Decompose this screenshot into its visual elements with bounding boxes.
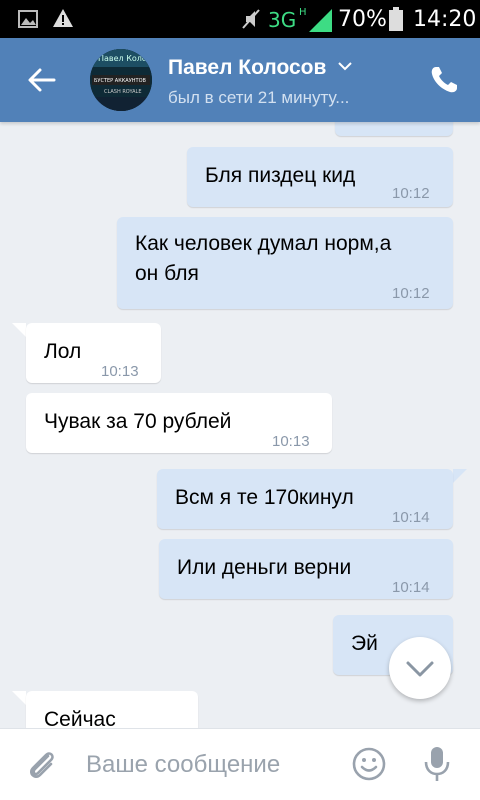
signal-icon: H bbox=[299, 7, 332, 32]
message-time: 10:13 bbox=[272, 433, 310, 450]
bubble-tail bbox=[12, 323, 26, 337]
message-composer bbox=[0, 728, 480, 800]
paperclip-icon[interactable] bbox=[24, 747, 60, 783]
message-bubble-in[interactable]: Лол 10:13 bbox=[26, 323, 161, 383]
message-text: Лол bbox=[44, 340, 82, 363]
contact-name-label: Павел Колосов bbox=[168, 56, 327, 79]
battery-percent: 70% bbox=[338, 7, 387, 32]
contact-name[interactable]: Павел Колосов bbox=[168, 56, 352, 80]
image-icon bbox=[18, 10, 38, 28]
message-input[interactable] bbox=[86, 747, 336, 783]
battery-icon bbox=[389, 7, 403, 31]
message-bubble-in[interactable]: Чувак за 70 рублей 10:13 bbox=[26, 393, 332, 453]
message-bubble-out[interactable]: Как человек думал норм,а он бля 10:12 bbox=[117, 217, 453, 309]
message-bubble-out[interactable]: 10:12 bbox=[335, 122, 453, 136]
message-text: Или деньги верни bbox=[177, 556, 352, 579]
avatar-banner-text: БУСТЕР АККАУНТОВ bbox=[94, 78, 147, 84]
contact-last-seen: был в сети 21 минуту... bbox=[168, 88, 350, 107]
message-text: Всм я те 170кинул bbox=[175, 486, 354, 509]
message-text: Эй bbox=[351, 632, 378, 655]
message-text: Бля пиздец кид bbox=[205, 164, 356, 187]
phone-icon[interactable] bbox=[428, 64, 460, 96]
bubble-tail bbox=[453, 469, 467, 483]
scroll-down-button[interactable] bbox=[389, 637, 451, 699]
smiley-icon[interactable] bbox=[352, 747, 386, 781]
message-text: Сейчас bbox=[44, 708, 116, 728]
message-bubble-out[interactable]: Бля пиздец кид 10:12 bbox=[187, 147, 453, 207]
chevron-down-icon bbox=[406, 661, 434, 677]
warning-icon bbox=[53, 9, 73, 27]
message-time: 10:12 bbox=[395, 122, 433, 130]
message-time: 10:12 bbox=[392, 285, 430, 302]
network-type: 3G bbox=[268, 8, 297, 32]
message-bubble-out[interactable]: Всм я те 170кинул 10:14 bbox=[157, 469, 453, 529]
mute-icon bbox=[242, 9, 260, 29]
avatar[interactable]: Павел Колос БУСТЕР АККАУНТОВ CLASH ROYAL… bbox=[90, 49, 152, 111]
avatar-game-text: CLASH ROYALE bbox=[104, 89, 142, 95]
microphone-icon[interactable] bbox=[421, 745, 453, 783]
message-text: Чувак за 70 рублей bbox=[44, 410, 232, 433]
avatar-name-text: Павел Колос bbox=[98, 54, 151, 63]
back-arrow-icon[interactable] bbox=[26, 64, 58, 96]
message-time: 10:13 bbox=[101, 363, 139, 380]
chevron-down-icon bbox=[338, 62, 352, 71]
message-time: 10:14 bbox=[392, 509, 430, 526]
svg-text:H: H bbox=[299, 7, 307, 18]
message-text-line: он бля bbox=[135, 262, 199, 285]
status-bar: 3G H 70% 14:20 bbox=[0, 0, 480, 38]
message-bubble-out[interactable]: Или деньги верни 10:14 bbox=[159, 539, 453, 599]
message-time: 10:12 bbox=[392, 185, 430, 202]
message-time: 10:14 bbox=[392, 579, 430, 596]
clock: 14:20 bbox=[413, 7, 477, 32]
message-bubble-in[interactable]: Сейчас bbox=[26, 691, 198, 728]
message-text-line: Как человек думал норм,а bbox=[135, 232, 392, 255]
chat-header: Павел Колос БУСТЕР АККАУНТОВ CLASH ROYAL… bbox=[0, 38, 480, 122]
bubble-tail bbox=[12, 691, 26, 705]
